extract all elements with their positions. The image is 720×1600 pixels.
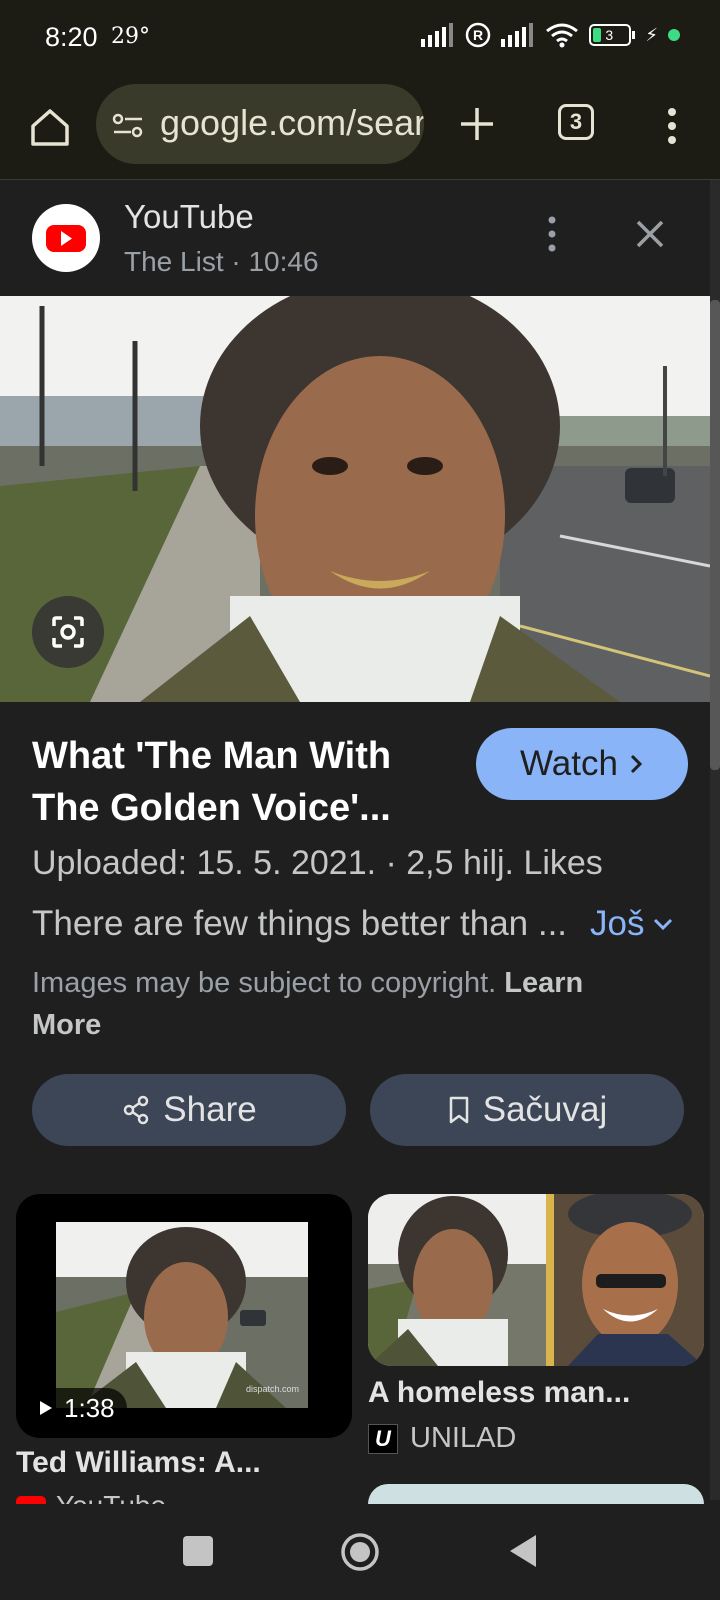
status-bar: 8:20 29° R 3 ⚡ bbox=[0, 0, 720, 80]
wifi-icon bbox=[546, 23, 579, 48]
result-title[interactable]: Ted Williams: A... bbox=[16, 1446, 261, 1480]
battery-level: 3 bbox=[605, 27, 614, 43]
expand-description-button[interactable]: Još bbox=[590, 904, 674, 944]
watch-label: Watch bbox=[520, 744, 618, 783]
url-bar[interactable]: google.com/search bbox=[96, 84, 424, 164]
card-header: YouTube The List · 10:46 bbox=[0, 180, 710, 296]
lens-search-button[interactable] bbox=[32, 596, 104, 668]
chevron-down-icon bbox=[654, 918, 673, 931]
description-snippet: There are few things better than ... bbox=[32, 904, 568, 943]
url-text: google.com/search bbox=[160, 102, 424, 143]
source-name[interactable]: YouTube bbox=[124, 198, 254, 236]
result-source: U UNILAD bbox=[368, 1422, 516, 1455]
status-temperature: 29° bbox=[111, 24, 150, 49]
roaming-icon: R bbox=[466, 22, 491, 48]
duration-text: 1:38 bbox=[64, 1392, 115, 1423]
result-source-name: UNILAD bbox=[410, 1422, 517, 1454]
new-tab-icon[interactable] bbox=[455, 102, 499, 146]
youtube-logo bbox=[32, 204, 100, 272]
home-nav-icon[interactable] bbox=[340, 1532, 380, 1572]
result-title[interactable]: A homeless man... bbox=[368, 1376, 630, 1410]
recents-icon[interactable] bbox=[183, 1536, 213, 1566]
more-label: Još bbox=[590, 904, 645, 943]
result-source: YouTube bbox=[16, 1490, 166, 1504]
copyright-notice: Images may be subject to copyright. Lear… bbox=[32, 962, 652, 1046]
scrollbar[interactable] bbox=[710, 180, 720, 1500]
back-icon[interactable] bbox=[506, 1532, 540, 1570]
chevron-right-icon bbox=[630, 754, 643, 774]
copyright-text: Images may be subject to copyright. bbox=[32, 967, 497, 999]
status-icons: R 3 ⚡ bbox=[421, 22, 680, 48]
thumbnail-watermark: dispatch.com bbox=[246, 1384, 299, 1394]
navigation-bar bbox=[0, 1504, 720, 1600]
result-thumbnail[interactable] bbox=[368, 1194, 704, 1366]
lens-icon bbox=[52, 616, 84, 648]
scroll-thumb[interactable] bbox=[710, 300, 720, 770]
browser-toolbar: google.com/search 3 bbox=[0, 80, 720, 180]
bookmark-icon bbox=[449, 1096, 468, 1124]
svg-text:R: R bbox=[473, 27, 483, 43]
battery-icon: 3 bbox=[589, 24, 636, 46]
status-time: 8:20 bbox=[45, 22, 98, 52]
play-icon bbox=[40, 1401, 52, 1415]
upload-info: Uploaded: 15. 5. 2021. · 2,5 hilj. Likes bbox=[32, 844, 603, 882]
hero-image[interactable] bbox=[0, 296, 710, 702]
video-duration-badge: 1:38 bbox=[26, 1388, 127, 1428]
home-icon[interactable] bbox=[28, 106, 72, 150]
unilad-logo-icon: U bbox=[368, 1423, 398, 1454]
tab-switcher-button[interactable]: 3 bbox=[558, 104, 594, 140]
site-settings-icon[interactable] bbox=[112, 112, 144, 140]
share-button[interactable]: Share bbox=[32, 1074, 346, 1146]
result-title[interactable]: What 'The Man With The Golden Voice'... bbox=[32, 730, 452, 834]
watch-button[interactable]: Watch bbox=[476, 728, 688, 800]
share-label: Share bbox=[163, 1090, 257, 1129]
close-icon[interactable] bbox=[630, 214, 670, 254]
youtube-small-icon bbox=[16, 1496, 46, 1504]
result-source-name: YouTube bbox=[56, 1490, 166, 1504]
share-icon bbox=[124, 1095, 149, 1125]
save-label: Sačuvaj bbox=[482, 1090, 608, 1129]
source-meta: The List · 10:46 bbox=[124, 246, 319, 277]
save-button[interactable]: Sačuvaj bbox=[370, 1074, 684, 1146]
signal-2-icon bbox=[501, 23, 534, 47]
signal-icon bbox=[421, 23, 454, 47]
notification-dot-icon bbox=[668, 29, 680, 41]
result-thumbnail[interactable] bbox=[368, 1484, 704, 1504]
charging-icon: ⚡ bbox=[645, 24, 658, 45]
more-options-icon[interactable] bbox=[540, 214, 564, 254]
browser-menu-icon[interactable] bbox=[660, 104, 684, 148]
